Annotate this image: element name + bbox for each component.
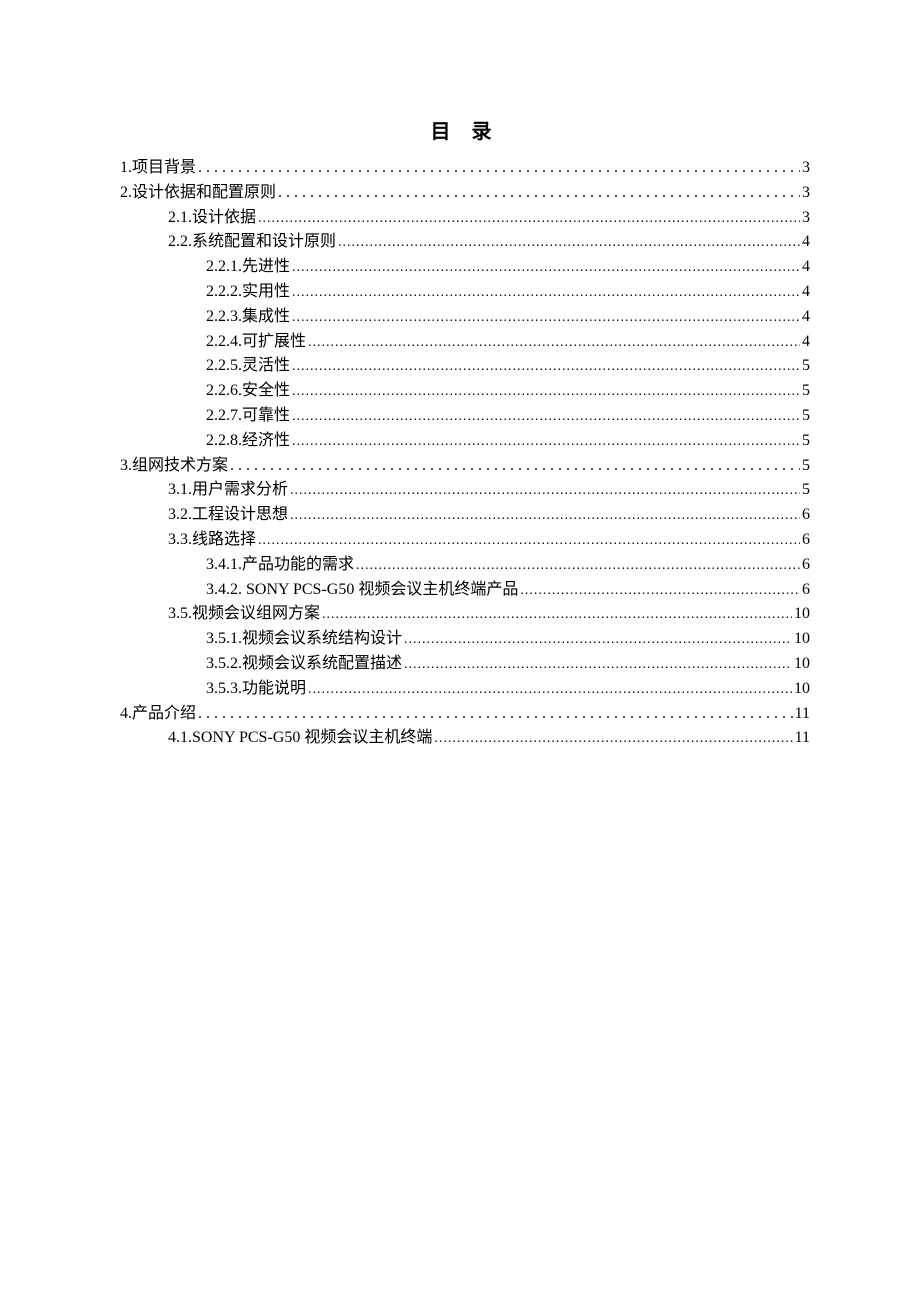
toc-entry: 3.2.工程设计思想 6 xyxy=(120,503,810,528)
toc-leader xyxy=(290,478,800,503)
toc-entry-label: 3.5.1.视频会议系统结构设计 xyxy=(206,627,402,652)
toc-leader xyxy=(520,578,800,603)
toc-entry-page: 6 xyxy=(802,578,810,603)
toc-entry-page: 5 xyxy=(802,454,810,479)
toc-entry-page: 4 xyxy=(802,330,810,355)
toc-leader xyxy=(292,305,800,330)
toc-entry: 2.2.系统配置和设计原则 4 xyxy=(120,230,810,255)
toc-entry: 3.5.2.视频会议系统配置描述 10 xyxy=(120,652,810,677)
toc-entry-label: 3.2.工程设计思想 xyxy=(168,503,288,528)
toc-entry-page: 4 xyxy=(802,305,810,330)
toc-leader xyxy=(292,379,800,404)
toc-leader xyxy=(258,206,800,231)
toc-entry: 3.4.1.产品功能的需求 6 xyxy=(120,553,810,578)
toc-entry: 3.5.1.视频会议系统结构设计 10 xyxy=(120,627,810,652)
toc-leader xyxy=(292,280,800,305)
toc-entry-page: 11 xyxy=(795,726,810,751)
toc-entry: 2.2.5.灵活性 5 xyxy=(120,354,810,379)
toc-entry-page: 4 xyxy=(802,230,810,255)
toc-leader xyxy=(258,528,800,553)
toc-entry: 1.项目背景 3 xyxy=(120,156,810,181)
toc-entry-label: 3.3.线路选择 xyxy=(168,528,256,553)
toc-entry-page: 6 xyxy=(802,553,810,578)
toc-entry-page: 3 xyxy=(802,181,810,206)
toc-entry-page: 6 xyxy=(802,528,810,553)
toc-entry-label: 2.2.1.先进性 xyxy=(206,255,290,280)
toc-leader xyxy=(338,230,800,255)
toc-entry: 2.2.3.集成性 4 xyxy=(120,305,810,330)
toc-entry-label: 3.5.3.功能说明 xyxy=(206,677,306,702)
toc-entry-page: 10 xyxy=(794,627,810,652)
toc-entry-label: 1.项目背景 xyxy=(120,156,196,181)
toc-leader xyxy=(356,553,800,578)
toc-entry-page: 5 xyxy=(802,354,810,379)
toc-entry-label: 2.2.系统配置和设计原则 xyxy=(168,230,336,255)
toc-container: 1.项目背景32.设计依据和配置原则32.1.设计依据32.2.系统配置和设计原… xyxy=(120,156,810,751)
toc-entry-label: 2.2.7.可靠性 xyxy=(206,404,290,429)
toc-entry: 3.组网技术方案 5 xyxy=(120,454,810,479)
toc-entry-page: 10 xyxy=(794,652,810,677)
toc-entry-label: 2.1.设计依据 xyxy=(168,206,256,231)
toc-entry-page: 5 xyxy=(802,478,810,503)
toc-entry: 4.产品介绍 11 xyxy=(120,702,810,727)
toc-entry-page: 10 xyxy=(794,677,810,702)
toc-leader xyxy=(292,404,800,429)
toc-entry: 3.5.3.功能说明 10 xyxy=(120,677,810,702)
toc-entry-label: 3.4.1.产品功能的需求 xyxy=(206,553,354,578)
toc-entry-label: 2.2.3.集成性 xyxy=(206,305,290,330)
toc-entry-page: 11 xyxy=(795,702,810,727)
toc-entry-label: 2.2.4.可扩展性 xyxy=(206,330,306,355)
toc-entry-label: 2.2.2.实用性 xyxy=(206,280,290,305)
toc-entry-page: 3 xyxy=(802,206,810,231)
toc-entry-label: 2.设计依据和配置原则 xyxy=(120,181,276,206)
toc-entry-label: 3.5.视频会议组网方案 xyxy=(168,602,320,627)
toc-entry: 2.2.2.实用性 4 xyxy=(120,280,810,305)
toc-entry: 3.3.线路选择 6 xyxy=(120,528,810,553)
toc-entry-page: 5 xyxy=(802,404,810,429)
toc-leader xyxy=(290,503,800,528)
toc-leader xyxy=(404,627,792,652)
toc-leader xyxy=(308,677,792,702)
toc-leader xyxy=(292,429,800,454)
toc-entry-label: 3.组网技术方案 xyxy=(120,454,228,479)
toc-entry-page: 5 xyxy=(802,379,810,404)
toc-entry: 3.5.视频会议组网方案 10 xyxy=(120,602,810,627)
toc-entry: 2.2.8.经济性 5 xyxy=(120,429,810,454)
toc-entry-label: 3.5.2.视频会议系统配置描述 xyxy=(206,652,402,677)
toc-entry-page: 3 xyxy=(802,156,810,181)
toc-entry: 2.2.6.安全性 5 xyxy=(120,379,810,404)
toc-leader xyxy=(404,652,792,677)
toc-entry: 2.1.设计依据 3 xyxy=(120,206,810,231)
toc-entry-label: 3.1.用户需求分析 xyxy=(168,478,288,503)
toc-entry: 2.2.1.先进性 4 xyxy=(120,255,810,280)
toc-entry-page: 10 xyxy=(794,602,810,627)
toc-entry-page: 5 xyxy=(802,429,810,454)
toc-entry: 3.1.用户需求分析 5 xyxy=(120,478,810,503)
toc-entry-label: 4.产品介绍 xyxy=(120,702,196,727)
toc-leader xyxy=(434,726,792,751)
toc-leader xyxy=(292,354,800,379)
toc-entry: 3.4.2. SONY PCS-G50 视频会议主机终端产品 6 xyxy=(120,578,810,603)
toc-entry-page: 4 xyxy=(802,280,810,305)
toc-title: 目 录 xyxy=(120,115,810,144)
toc-leader xyxy=(198,702,793,727)
toc-entry-label: 4.1.SONY PCS-G50 视频会议主机终端 xyxy=(168,726,432,751)
toc-leader xyxy=(198,156,800,181)
toc-entry-label: 2.2.5.灵活性 xyxy=(206,354,290,379)
toc-leader xyxy=(322,602,792,627)
toc-leader xyxy=(230,454,800,479)
toc-entry-page: 6 xyxy=(802,503,810,528)
toc-entry: 2.2.4.可扩展性 4 xyxy=(120,330,810,355)
toc-entry-label: 2.2.6.安全性 xyxy=(206,379,290,404)
toc-entry: 2.设计依据和配置原则 3 xyxy=(120,181,810,206)
toc-entry: 2.2.7.可靠性 5 xyxy=(120,404,810,429)
toc-entry: 4.1.SONY PCS-G50 视频会议主机终端 11 xyxy=(120,726,810,751)
toc-leader xyxy=(278,181,800,206)
toc-leader xyxy=(292,255,800,280)
toc-leader xyxy=(308,330,800,355)
toc-entry-page: 4 xyxy=(802,255,810,280)
toc-entry-label: 3.4.2. SONY PCS-G50 视频会议主机终端产品 xyxy=(206,578,518,603)
toc-entry-label: 2.2.8.经济性 xyxy=(206,429,290,454)
